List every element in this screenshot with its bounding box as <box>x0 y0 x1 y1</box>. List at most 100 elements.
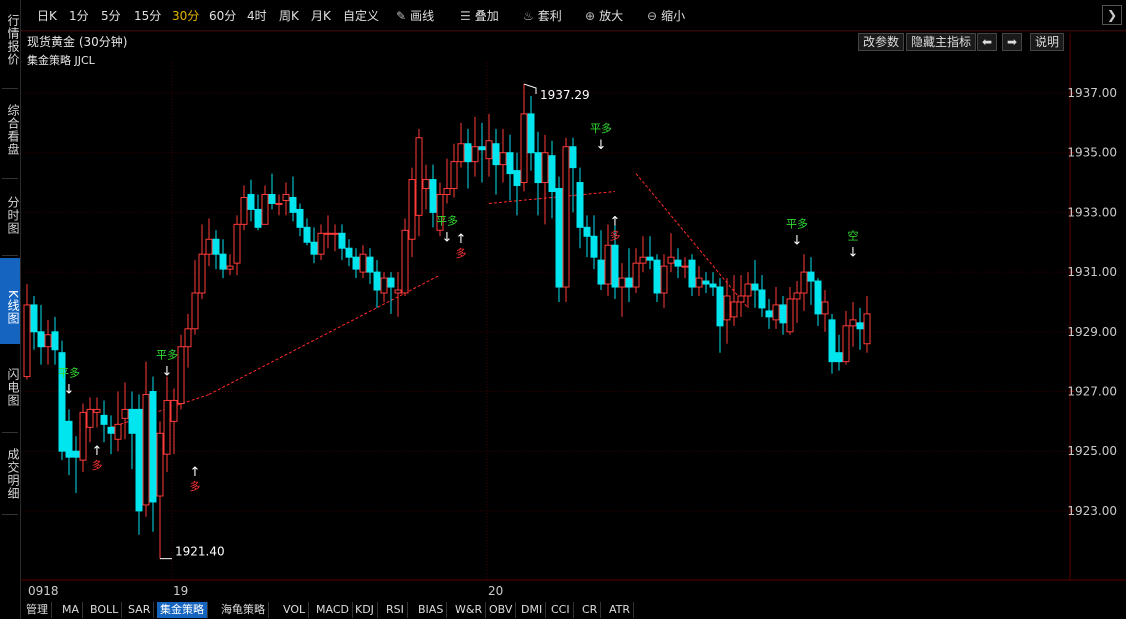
signal-label: 空 <box>848 228 859 242</box>
candle-body <box>520 113 528 184</box>
candle-body <box>401 229 409 294</box>
arrow-up-icon: ↑ <box>92 444 103 459</box>
candle-body <box>380 277 388 294</box>
candle-body <box>93 408 101 413</box>
candle-body <box>254 208 262 228</box>
strategy-label: 集金策略 JJCL <box>27 54 95 67</box>
candle-body <box>674 259 682 267</box>
tab-vol[interactable]: VOL <box>280 602 310 618</box>
y-tick-label: 1927.00 <box>1067 385 1117 399</box>
tab-obv[interactable]: OBV <box>486 602 517 618</box>
tab-atr[interactable]: ATR <box>606 602 635 618</box>
candle-body <box>471 146 479 163</box>
arrow-left-button[interactable]: ⬅ <box>977 33 998 51</box>
candle-body <box>653 259 661 294</box>
candle-body <box>478 146 486 151</box>
signal-label: 多 <box>610 228 621 242</box>
arrow-up-icon: ↑ <box>610 214 621 229</box>
candle-body <box>730 301 738 318</box>
y-tick-label: 1925.00 <box>1067 444 1117 458</box>
tab-rsi[interactable]: RSI <box>383 602 408 618</box>
candle-body <box>226 265 234 270</box>
tab-dmi[interactable]: DMI <box>518 602 547 618</box>
tab-jjcl-strategy[interactable]: 集金策略 <box>157 602 208 618</box>
candle-body <box>303 226 311 243</box>
candle-body <box>681 265 689 268</box>
time-axis: 0918 19 20 <box>28 584 503 598</box>
candle-body <box>79 411 87 461</box>
candle-body <box>807 271 815 282</box>
candle-body <box>408 179 416 240</box>
candle-body <box>142 393 150 506</box>
candle-body <box>835 352 843 363</box>
candle-body <box>296 208 304 228</box>
arrow-down-icon: ↓ <box>442 230 453 245</box>
candle-body <box>415 137 423 216</box>
tab-sar[interactable]: SAR <box>125 602 155 618</box>
candle-body <box>331 232 339 235</box>
candle-body <box>163 399 171 455</box>
candle-body <box>555 188 563 288</box>
candle-body <box>338 232 346 249</box>
help-button[interactable]: 说明 <box>1030 33 1065 51</box>
signal-label: 平多 <box>436 213 458 227</box>
hide-main-indicator-button[interactable]: 隐藏主指标 <box>906 33 977 51</box>
candle-body <box>688 259 696 288</box>
y-tick-label: 1933.00 <box>1067 205 1117 219</box>
candle-body <box>177 346 185 404</box>
tab-cci[interactable]: CCI <box>548 602 574 618</box>
candle-body <box>72 450 80 458</box>
arrow-down-icon: ↓ <box>848 245 859 260</box>
tab-turtle-strategy[interactable]: 海龟策略 <box>218 602 269 618</box>
tab-cr[interactable]: CR <box>579 602 602 618</box>
candle-body <box>86 408 94 428</box>
candle-body <box>821 301 829 315</box>
candle-body <box>716 286 724 327</box>
candle-body <box>723 295 731 321</box>
candle-body <box>513 170 521 187</box>
arrow-up-icon: ↑ <box>190 465 201 480</box>
candle-body <box>709 283 717 288</box>
candle-body <box>261 193 269 225</box>
arrow-down-icon: ↓ <box>162 365 173 380</box>
kline-chart[interactable]: 平多↓↑多平多↓↑多平多↓ ↑多平多↓↑多平多↓ 空↓ 1937.001935.00… <box>0 0 1126 619</box>
arrow-right-button[interactable]: ➡ <box>1002 33 1023 51</box>
x-tick-label: 0918 <box>28 584 59 598</box>
candle-body <box>205 238 213 255</box>
y-tick-label: 1937.00 <box>1067 86 1117 100</box>
candle-body <box>590 235 598 258</box>
candle-body <box>569 146 577 169</box>
candle-body <box>359 253 367 273</box>
x-tick-label: 19 <box>173 584 188 598</box>
candle-body <box>366 256 374 273</box>
candle-body <box>121 408 129 419</box>
candle-body <box>310 241 318 255</box>
candle-body <box>394 289 402 294</box>
tab-wr[interactable]: W&R <box>452 602 487 618</box>
tab-ma[interactable]: MA <box>59 602 84 618</box>
candle-body <box>604 244 612 285</box>
indicator-tab-bar: 管理 MA BOLL SAR 集金策略 海龟策略 VOL MACD KDJ RS… <box>21 601 1126 619</box>
candle-body <box>170 399 178 422</box>
candle-body <box>65 420 73 458</box>
candle-body <box>842 325 850 363</box>
candle-body <box>429 179 437 213</box>
candle-body <box>779 304 787 324</box>
price-axis: 1937.00 1935.00 1933.00 1931.00 1929.00 1927.… <box>1067 86 1117 518</box>
y-tick-label: 1923.00 <box>1067 504 1117 518</box>
tab-manage[interactable]: 管理 <box>23 602 52 618</box>
candle-body <box>443 188 451 195</box>
candle-body <box>219 253 227 270</box>
edit-params-button[interactable]: 改参数 <box>858 33 905 51</box>
candle-body <box>282 193 290 201</box>
candle-body <box>632 262 640 288</box>
tab-macd[interactable]: MACD <box>313 602 353 618</box>
tab-boll[interactable]: BOLL <box>87 602 123 618</box>
tab-kdj[interactable]: KDJ <box>352 602 378 618</box>
candle-body <box>814 280 822 315</box>
candle-body <box>317 232 325 255</box>
tab-bias[interactable]: BIAS <box>415 602 448 618</box>
signals: 平多↓↑多平多↓↑多平多↓ ↑多平多↓↑多平多↓ 空↓ <box>58 121 859 493</box>
candle-body <box>758 289 766 309</box>
candle-body <box>156 432 164 497</box>
